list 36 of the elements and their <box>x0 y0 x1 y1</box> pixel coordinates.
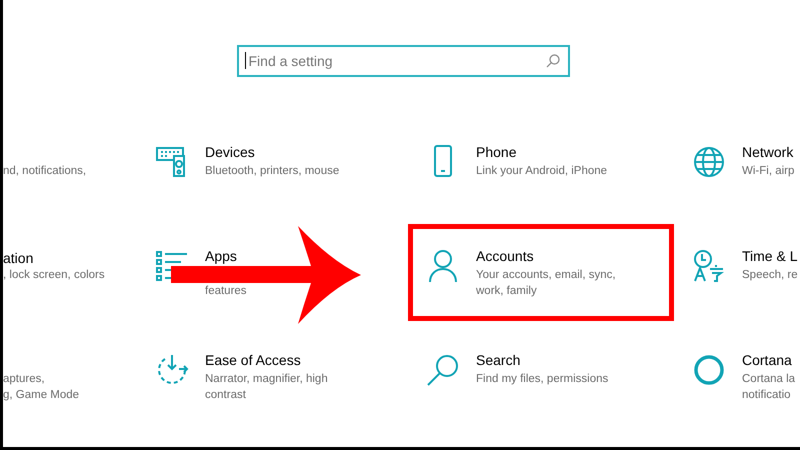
text-caret <box>244 52 246 69</box>
tile-description: Find my files, permissions <box>476 372 608 387</box>
settings-tile[interactable]: Accounts Your accounts, email, sync, work, family <box>408 224 674 321</box>
tile-title: ation <box>3 249 34 267</box>
tile-description: Cortana la <box>742 372 796 387</box>
tile-title: Ease of Access <box>205 353 302 368</box>
user-icon <box>426 249 460 283</box>
tile-title: Search <box>476 353 522 368</box>
tile-title: Apps <box>205 249 238 264</box>
tile-title: Phone <box>476 145 518 160</box>
tile-description: nd, notifications, <box>3 164 88 179</box>
globe-icon <box>692 145 726 179</box>
tile-description: features <box>205 284 247 299</box>
tile-description: contrast <box>205 388 247 403</box>
tile-description: Bluetooth, printers, mouse <box>205 164 340 179</box>
tile-title: Devices <box>205 145 256 160</box>
circle-icon <box>692 353 726 387</box>
tile-description: g, Game Mode <box>3 388 80 403</box>
tile-description: Your accounts, email, sync, <box>476 268 616 283</box>
tile-description: Link your Android, iPhone <box>476 164 608 179</box>
dashed-circle-arrow-icon <box>155 353 189 387</box>
tile-title: Accounts <box>476 249 535 264</box>
tile-description: Wi-Fi, airp <box>742 164 794 179</box>
tile-title: Cortana <box>742 353 793 368</box>
clock-language-icon <box>692 249 726 283</box>
tile-title: Time & L <box>742 249 798 264</box>
tile-description: work, family <box>476 284 538 299</box>
tile-description: Narrator, magnifier, high <box>205 372 328 387</box>
search-icon <box>426 353 460 387</box>
tile-description: Speech, re <box>742 268 798 283</box>
tile-description: aptures, <box>3 372 46 387</box>
tile-description: , lock screen, colors <box>3 268 106 283</box>
search-icon <box>546 54 560 68</box>
search-field[interactable]: Find a setting <box>236 45 570 77</box>
tile-description: notificatio <box>742 388 792 403</box>
tile-title: Network <box>742 145 794 160</box>
